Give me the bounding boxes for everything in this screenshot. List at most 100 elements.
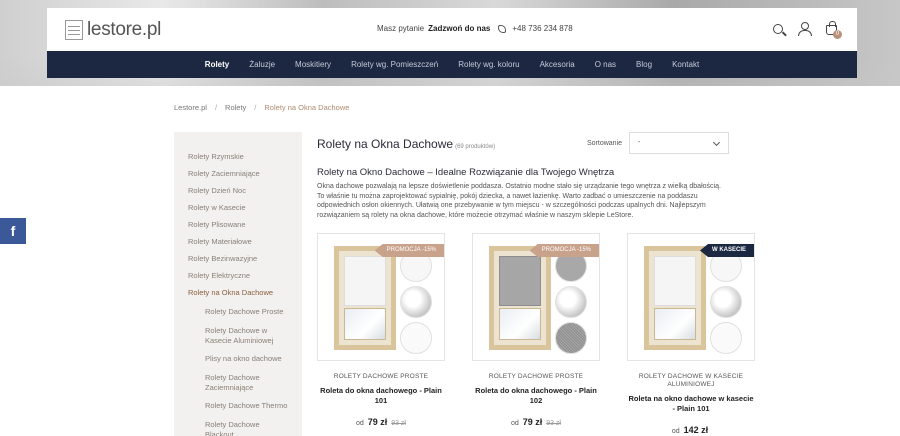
swatch-light (400, 322, 432, 354)
blind-fabric (344, 256, 386, 306)
breadcrumb-home[interactable]: Lestore.pl (174, 103, 207, 112)
sidebar-subitem-dachowe-zaciemniajace[interactable]: Rolety Dachowe Zaciemniające (174, 373, 302, 393)
sidebar-item-rolety-materialowe[interactable]: Rolety Materiałowe (174, 233, 302, 250)
roof-window-image (334, 246, 396, 350)
nav-item-zaluzje[interactable]: Żaluzje (239, 60, 285, 69)
logo-window-icon (65, 20, 83, 40)
sidebar-item-rolety-w-kasecie[interactable]: Rolety w Kasecie (174, 199, 302, 216)
product-count: (69 produktów) (455, 144, 496, 150)
sidebar-item-rolety-elektryczne[interactable]: Rolety Elektryczne (174, 267, 302, 284)
category-sidebar: Rolety Rzymskie Rolety Zaciemniające Rol… (174, 132, 302, 436)
sidebar-item-rolety-bezinwazyjne[interactable]: Rolety Bezinwazyjne (174, 250, 302, 267)
logo[interactable]: lestore.pl (65, 19, 161, 41)
sidebar-item-rolety-dzien-noc[interactable]: Rolety Dzień Noc (174, 182, 302, 199)
contact-info: Masz pytanie Zadzwoń do nas +48 736 234 … (377, 24, 573, 33)
header-icons: 0 (773, 21, 842, 39)
logo-text: lestore.pl (87, 19, 162, 40)
sidebar-item-rolety-plisowane[interactable]: Rolety Plisowane (174, 216, 302, 233)
product-price: od 79 zł 93 zł (472, 417, 600, 427)
cart-count-badge: 0 (833, 30, 842, 39)
nav-item-moskitiery[interactable]: Moskitiery (285, 60, 341, 69)
window-glass (499, 308, 541, 340)
phone-number[interactable]: +48 736 234 878 (512, 24, 572, 33)
product-card[interactable]: PROMOCJA -15% ROLETY DACHOWE PROSTE Role… (317, 233, 445, 435)
product-image[interactable]: PROMOCJA -15% (317, 233, 445, 361)
product-price: od 79 zł 93 zł (317, 417, 445, 427)
product-category: ROLETY DACHOWE W KASECIE ALUMINIOWEJ (638, 373, 744, 388)
swatch-light (710, 322, 742, 354)
product-category: ROLETY DACHOWE PROSTE (333, 373, 429, 380)
sidebar-subitem-dachowe-proste[interactable]: Rolety Dachowe Proste (174, 307, 302, 317)
sidebar-item-rolety-zaciemniajace[interactable]: Rolety Zaciemniające (174, 165, 302, 182)
sidebar-subitem-dachowe-blackout[interactable]: Rolety Dachowe Blackout (174, 420, 302, 436)
contact-action: Zadzwoń do nas (428, 24, 491, 33)
breadcrumb-separator: / (254, 103, 257, 112)
sidebar-item-rolety-na-okna-dachowe[interactable]: Rolety na Okna Dachowe (174, 284, 302, 301)
nav-item-rolety-wg-koloru[interactable]: Rolety wg. koloru (448, 60, 529, 69)
swatch-silver (710, 286, 742, 318)
facebook-button[interactable]: f (0, 218, 26, 244)
user-icon[interactable] (798, 22, 812, 36)
swatch-silver (555, 286, 587, 318)
product-image[interactable]: W KASECIE (627, 233, 755, 361)
swatch-texture (555, 322, 587, 354)
nav-item-blog[interactable]: Blog (626, 60, 662, 69)
nav-item-rolety-wg-pomieszczen[interactable]: Rolety wg. Pomieszczeń (341, 60, 448, 69)
cart-icon[interactable]: 0 (826, 21, 842, 39)
search-icon[interactable] (773, 23, 783, 34)
sidebar-subitem-dachowe-thermo[interactable]: Rolety Dachowe Thermo (174, 401, 302, 411)
window-glass (344, 308, 386, 340)
old-price: 93 zł (546, 420, 561, 427)
color-swatches (555, 250, 587, 354)
main-navigation: Rolety Żaluzje Moskitiery Rolety wg. Pom… (47, 51, 857, 78)
color-swatches (710, 250, 742, 354)
blind-fabric (499, 256, 541, 306)
product-category: ROLETY DACHOWE PROSTE (488, 373, 584, 380)
category-description: Okna dachowe pozwalają na lepsze doświet… (317, 183, 721, 219)
breadcrumb: Lestore.pl / Rolety / Rolety na Okna Dac… (174, 103, 349, 112)
product-image[interactable]: PROMOCJA -15% (472, 233, 600, 361)
nav-item-akcesoria[interactable]: Akcesoria (530, 60, 585, 69)
breadcrumb-current: Rolety na Okna Dachowe (264, 103, 350, 112)
window-glass (654, 308, 696, 340)
product-name[interactable]: Roleta na okno dachowe w kasecie - Plain… (627, 394, 755, 413)
swatch-silver (400, 286, 432, 318)
nav-item-o-nas[interactable]: O nas (585, 60, 626, 69)
sort-label: Sortowanie (587, 140, 623, 147)
sidebar-subitem-dachowe-kasecie[interactable]: Rolety Dachowe w Kasecie Aluminiowej (174, 326, 302, 346)
promo-badge: PROMOCJA -15% (529, 244, 599, 257)
price-value: 79 zł (367, 417, 388, 427)
breadcrumb-separator: / (214, 103, 218, 112)
sidebar-item-rolety-rzymskie[interactable]: Rolety Rzymskie (174, 148, 302, 165)
nav-item-rolety[interactable]: Rolety (195, 60, 239, 69)
roof-window-image (644, 246, 706, 350)
product-grid: PROMOCJA -15% ROLETY DACHOWE PROSTE Role… (317, 233, 755, 435)
roof-window-image (489, 246, 551, 350)
product-price: od 142 zł (627, 425, 755, 435)
chevron-down-icon (712, 138, 721, 147)
product-card[interactable]: W KASECIE ROLETY DACHOWE W KASECIE ALUMI… (627, 233, 755, 435)
promo-badge: PROMOCJA -15% (374, 244, 444, 257)
sort-select[interactable]: - (629, 132, 729, 154)
section-subtitle: Rolety na Okno Dachowe – Idealne Rozwiąz… (317, 167, 615, 178)
price-prefix: od (510, 420, 519, 427)
product-card[interactable]: PROMOCJA -15% ROLETY DACHOWE PROSTE Role… (472, 233, 600, 435)
sort-value: - (638, 139, 641, 146)
site-header: lestore.pl Masz pytanie Zadzwoń do nas +… (47, 8, 857, 51)
breadcrumb-rolety[interactable]: Rolety (225, 103, 246, 112)
sidebar-subitem-plisy[interactable]: Plisy na okno dachowe (174, 354, 302, 364)
price-value: 142 zł (683, 425, 709, 435)
contact-prompt: Masz pytanie (377, 24, 425, 33)
color-swatches (400, 250, 432, 354)
product-name[interactable]: Roleta do okna dachowego - Plain 101 (317, 386, 445, 405)
page-title: Rolety na Okna Dachowe (69 produktów) (317, 137, 495, 151)
blind-fabric (654, 256, 696, 306)
nav-item-kontakt[interactable]: Kontakt (662, 60, 709, 69)
phone-icon (498, 24, 507, 33)
old-price: 93 zł (391, 420, 406, 427)
price-prefix: od (355, 420, 364, 427)
product-name[interactable]: Roleta do okna dachowego - Plain 102 (472, 386, 600, 405)
price-prefix: od (671, 428, 680, 435)
price-value: 79 zł (522, 417, 543, 427)
page-title-text: Rolety na Okna Dachowe (317, 137, 454, 151)
